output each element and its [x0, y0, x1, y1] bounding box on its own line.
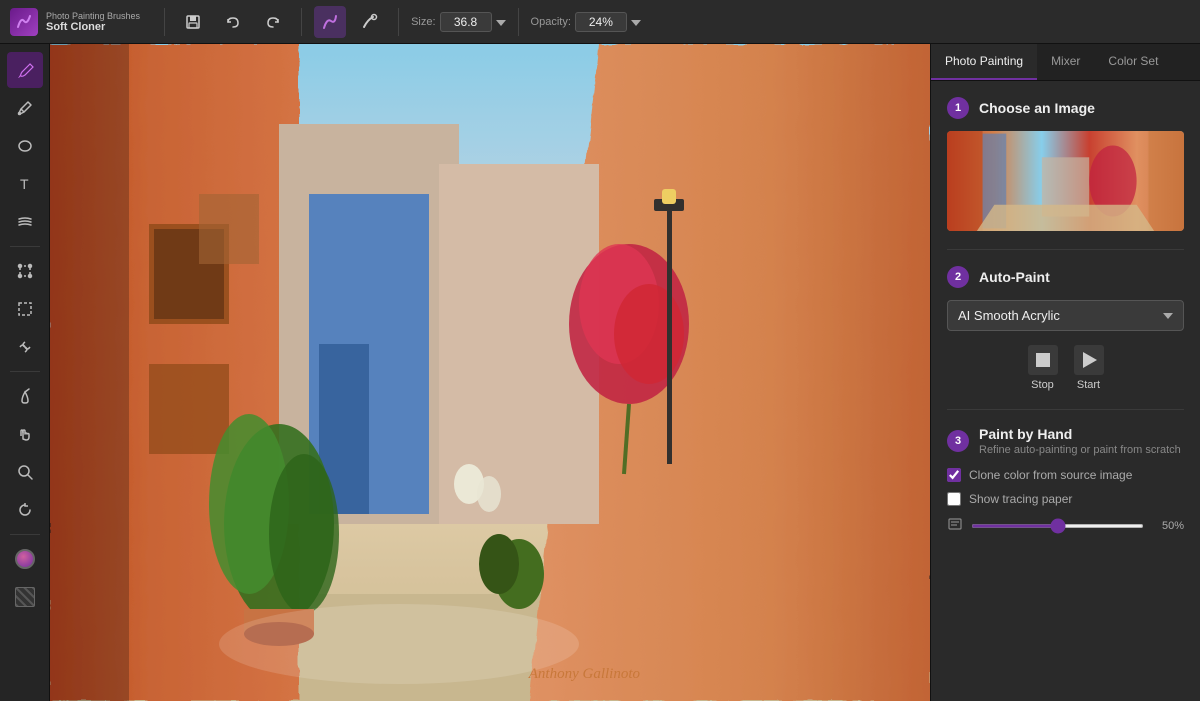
start-label: Start [1077, 379, 1100, 391]
clone-color-row: Clone color from source image [947, 468, 1184, 482]
main-area: T [0, 44, 1200, 701]
tab-mixer[interactable]: Mixer [1037, 44, 1094, 80]
tool-separator-1 [10, 246, 40, 247]
app-title: Soft Cloner [46, 21, 140, 33]
tool-eyedropper[interactable] [7, 90, 43, 126]
size-dropdown-icon[interactable] [496, 17, 506, 27]
stop-icon [1028, 345, 1058, 375]
tool-text[interactable]: T [7, 166, 43, 202]
redo-button[interactable] [257, 6, 289, 38]
right-panel: Photo Painting Mixer Color Set 1 Choose … [930, 44, 1200, 701]
tool-selection[interactable] [7, 291, 43, 327]
canvas-area[interactable]: Anthony Gallinoto [50, 44, 930, 701]
size-input[interactable] [440, 12, 492, 32]
section3-num: 3 [947, 430, 969, 452]
stop-label: Stop [1031, 379, 1054, 391]
tracing-paper-row: Show tracing paper [947, 492, 1184, 506]
divider-1 [947, 249, 1184, 250]
autopaint-style-select[interactable]: AI Smooth Acrylic AI Oil Paint AI Waterc… [947, 300, 1184, 331]
toolbar-separator [164, 8, 165, 36]
tool-rotate[interactable] [7, 492, 43, 528]
app-icon [10, 8, 38, 36]
opacity-label: Opacity: [531, 16, 571, 28]
undo-button[interactable] [217, 6, 249, 38]
section1-num: 1 [947, 97, 969, 119]
opacity-control: Opacity: [531, 12, 641, 32]
tracing-slider-input[interactable] [971, 524, 1144, 528]
tool-paint-bucket[interactable] [7, 378, 43, 414]
foreground-color[interactable] [7, 541, 43, 577]
tool-smudge[interactable] [7, 204, 43, 240]
autopaint-controls: Stop Start [947, 345, 1184, 391]
svg-text:T: T [20, 176, 29, 192]
stop-button[interactable]: Stop [1028, 345, 1058, 391]
tracing-icon [947, 516, 963, 535]
tab-color-set[interactable]: Color Set [1094, 44, 1172, 80]
tool-separator-3 [10, 534, 40, 535]
image-thumbnail[interactable] [947, 131, 1184, 231]
toolbar-separator-2 [301, 8, 302, 36]
painting-canvas [50, 44, 930, 701]
tracing-paper-checkbox[interactable] [947, 492, 961, 506]
play-shape [1083, 352, 1097, 368]
tracing-slider-row: 50% [947, 516, 1184, 535]
size-control: Size: [411, 12, 505, 32]
app-subtitle: Photo Painting Brushes [46, 11, 140, 21]
section3-subtitle: Refine auto-painting or paint from scrat… [979, 444, 1181, 456]
tab-photo-painting[interactable]: Photo Painting [931, 44, 1037, 80]
brush-type-button[interactable] [354, 6, 386, 38]
titlebar: Photo Painting Brushes Soft Cloner [0, 0, 1200, 44]
tool-brush[interactable] [7, 52, 43, 88]
section3-header: 3 Paint by Hand Refine auto-painting or … [947, 426, 1184, 456]
opacity-dropdown-icon[interactable] [631, 17, 641, 27]
stop-shape [1036, 353, 1050, 367]
size-label: Size: [411, 16, 435, 28]
tool-separator-2 [10, 371, 40, 372]
clone-color-checkbox[interactable] [947, 468, 961, 482]
tool-zoom[interactable] [7, 454, 43, 490]
divider-2 [947, 409, 1184, 410]
section2-title: Auto-Paint [979, 269, 1050, 285]
panel-tabs: Photo Painting Mixer Color Set [931, 44, 1200, 81]
brush-style-button[interactable] [314, 6, 346, 38]
title-text: Photo Painting Brushes Soft Cloner [46, 11, 140, 33]
start-icon [1074, 345, 1104, 375]
save-button[interactable] [177, 6, 209, 38]
tool-hand[interactable] [7, 416, 43, 452]
section1-title: Choose an Image [979, 100, 1095, 116]
tracing-pct: 50% [1152, 520, 1184, 532]
toolbox: T [0, 44, 50, 701]
panel-content: 1 Choose an Image [931, 81, 1200, 701]
thumbnail-image [947, 131, 1184, 231]
tool-warp[interactable] [7, 329, 43, 365]
pattern-selector[interactable] [7, 579, 43, 615]
section3-title: Paint by Hand [979, 426, 1181, 442]
toolbar-separator-3 [398, 8, 399, 36]
tracing-paper-label[interactable]: Show tracing paper [969, 492, 1072, 506]
section2-num: 2 [947, 266, 969, 288]
clone-color-label[interactable]: Clone color from source image [969, 468, 1132, 482]
tool-transform[interactable] [7, 253, 43, 289]
toolbar-separator-4 [518, 8, 519, 36]
section1-header: 1 Choose an Image [947, 97, 1184, 119]
tool-eraser[interactable] [7, 128, 43, 164]
section2-header: 2 Auto-Paint [947, 266, 1184, 288]
start-button[interactable]: Start [1074, 345, 1104, 391]
opacity-input[interactable] [575, 12, 627, 32]
